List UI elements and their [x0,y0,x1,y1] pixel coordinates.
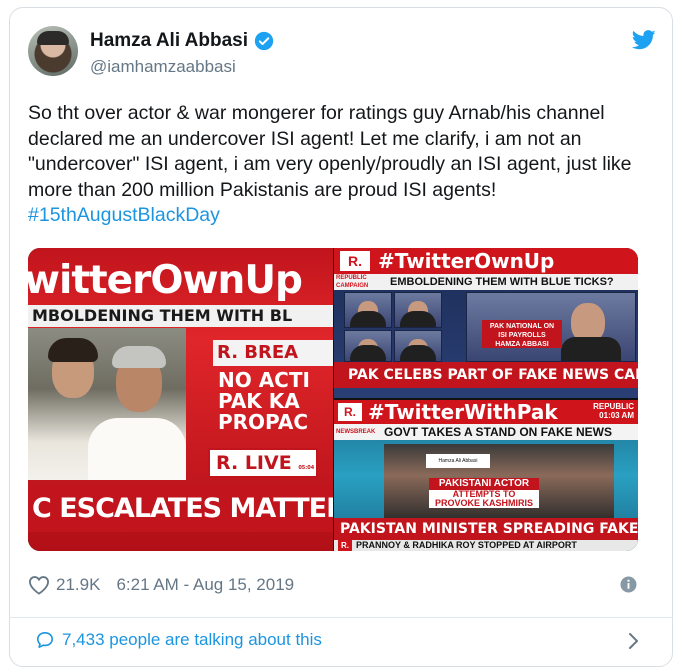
live-tag: R. LIVE 05:04 PM [208,448,318,502]
republic-logo: R. [338,403,362,421]
hashtag-link[interactable]: #15thAugustBlackDay [28,204,220,226]
media-panel-right-bottom: #TwitterWithPak R. REPUBLIC 01:03 AM GOVT… [334,400,638,551]
video-cell [344,330,392,362]
info-icon[interactable] [620,576,637,593]
left-photo [28,328,186,480]
person-hair [48,338,98,362]
left-bottom-bar: C ESCALATES MATTER WIT [28,486,333,532]
display-name[interactable]: Hamza Ali Abbasi [90,30,248,52]
tweet-meta: 21.9K 6:21 AM - Aug 15, 2019 [28,570,294,600]
breaking-body: NO ACTI PAK KA PROPAC [218,370,333,433]
rb-newsbreak: NEWSBREAK [336,429,376,435]
talking-link[interactable]: 7,433 people are talking about this [36,630,322,650]
rb-ticker: PRANNOY & RADHIKA ROY STOPPED AT AIRPORT [334,540,638,551]
video-cell [394,330,442,362]
breaking-line: NO ACTI [218,368,310,392]
pak-label: PAK NATIONAL ON ISI PAYROLLS HAMZA ABBAS… [482,320,562,348]
rt-bottom-bar: PAK CELEBS PART OF FAKE NEWS CAMPAIGN [334,362,638,388]
talking-text[interactable]: 7,433 people are talking about this [62,630,322,650]
rt-banner: #TwitterOwnUp [334,248,638,274]
left-subbar: MBOLDENING THEM WITH BL [28,305,333,327]
left-banner: witterOwnUp [28,258,303,303]
chevron-right-icon[interactable] [628,632,640,650]
rb-bottom-bar: PAKISTAN MINISTER SPREADING FAKE NEWS [334,518,638,540]
rt-tiny-tag: REPUBLIC CAMPAIGN [336,275,369,289]
breaking-line: PROPAC [218,410,309,434]
rb-subbar: GOVT TAKES A STAND ON FAKE NEWS [334,424,638,440]
media-panel-right-top: #TwitterOwnUp R. EMBOLDENING THEM WITH B… [334,248,638,398]
handle[interactable]: @iamhamzaabbasi [90,57,236,77]
rb-ticker-logo: R. [338,540,352,551]
live-r: R. [216,452,239,474]
person-shirt [88,418,186,480]
like-count[interactable]: 21.9K [56,575,100,595]
avatar[interactable] [28,26,78,76]
video-cell [394,292,442,328]
rb-actor-line3: PROVOKE KASHMIRIS [434,498,533,508]
rb-republic: REPUBLIC 01:03 AM [593,402,634,420]
divider [9,617,673,618]
republic-logo: R. [340,251,370,271]
speech-bubble-icon [36,631,54,649]
breaking-tag: R. BREA [213,340,333,366]
twitter-bird-icon[interactable] [632,30,656,50]
rb-actor-caption: PAKISTANI ACTOR ATTEMPTS TO PROVOKE KASH… [429,478,539,508]
tweet-body: So tht over actor & war mongerer for rat… [28,102,632,201]
timestamp[interactable]: 6:21 AM - Aug 15, 2019 [116,575,294,595]
rb-republic-name: REPUBLIC [593,402,634,411]
tweet-media[interactable]: witterOwnUp MBOLDENING THEM WITH BL R. B… [28,248,638,551]
tweet-header: Hamza Ali Abbasi @iamhamzaabbasi [28,26,656,86]
name-row: Hamza Ali Abbasi [90,30,274,52]
live-label: LIVE [244,452,292,474]
rb-inner-label: Hamza Ali Abbasi [426,454,490,468]
breaking-line: PAK KA [218,389,300,413]
video-cell [344,292,392,328]
verified-badge-icon [254,31,274,51]
rb-republic-time: 01:03 AM [599,411,634,420]
media-panel-left: witterOwnUp MBOLDENING THEM WITH BL R. B… [28,248,333,551]
heart-icon[interactable] [28,575,50,595]
tweet-text: So tht over actor & war mongerer for rat… [28,101,648,229]
person-hair [112,346,166,368]
